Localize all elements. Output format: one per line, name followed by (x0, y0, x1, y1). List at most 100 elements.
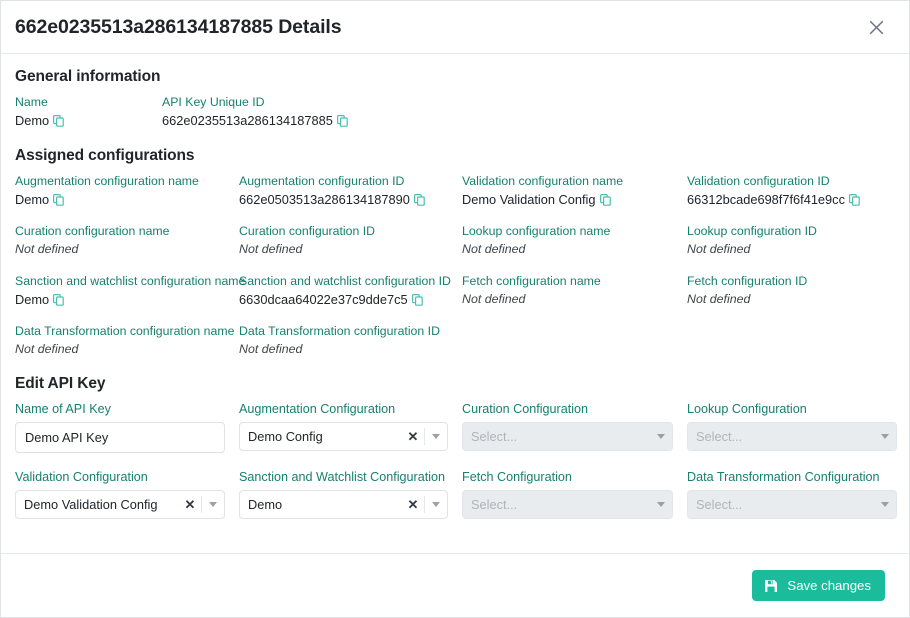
field-value-row: 6630dcaa64022e37c9dde7c5 (239, 291, 462, 308)
assigned-field: Validation configuration ID 66312bcade69… (687, 173, 909, 208)
field-label: Lookup configuration ID (687, 224, 817, 238)
field-value-row: Demo (15, 112, 162, 129)
assigned-configurations-row: Curation configuration name Not defined … (15, 223, 895, 258)
assigned-field: Fetch configuration name Not defined (462, 273, 687, 308)
form-field-lookup-configuration: Lookup Configuration Select... (687, 401, 909, 453)
form-label: Validation Configuration (15, 470, 148, 484)
assigned-field-empty (462, 323, 687, 358)
field-label: Validation configuration name (462, 174, 624, 188)
copy-icon[interactable] (53, 293, 64, 306)
field-value: Demo (15, 192, 50, 207)
edit-api-key-form: Name of API Key Augmentation Configurati… (15, 401, 897, 519)
form-field-curation-configuration: Curation Configuration Select... (462, 401, 687, 453)
form-field-augmentation-configuration: Augmentation Configuration Demo Config ✕ (239, 401, 462, 453)
field-label: Data Transformation configuration name (15, 324, 235, 338)
assigned-configurations-heading: Assigned configurations (15, 147, 195, 164)
field-value-row: Demo Validation Config (462, 191, 687, 208)
select-placeholder: Select... (696, 497, 743, 512)
field-value: Not defined (687, 242, 751, 256)
chevron-down-icon[interactable] (650, 423, 672, 450)
save-changes-button[interactable]: Save changes (752, 570, 885, 601)
select-placeholder: Select... (696, 429, 743, 444)
form-label: Sanction and Watchlist Configuration (239, 470, 446, 484)
field-value: Not defined (15, 342, 79, 356)
field-value: 662e0503513a286134187890 (239, 192, 410, 207)
assigned-field: Validation configuration name Demo Valid… (462, 173, 687, 208)
chevron-down-icon[interactable] (425, 491, 447, 518)
field-value-row: Demo (15, 191, 239, 208)
name-of-api-key-input[interactable] (15, 422, 225, 453)
assigned-field: Augmentation configuration name Demo (15, 173, 239, 208)
general-field-api-key-id: API Key Unique ID 662e0235513a2861341878… (162, 94, 895, 129)
form-label: Name of API Key (15, 402, 111, 416)
field-label: Data Transformation configuration ID (239, 324, 440, 338)
close-icon[interactable] (861, 12, 891, 42)
validation-configuration-select[interactable]: Demo Validation Config ✕ (15, 490, 225, 519)
field-value: 662e0235513a286134187885 (162, 113, 333, 128)
modal-footer: Save changes (1, 553, 909, 617)
form-label: Fetch Configuration (462, 470, 572, 484)
copy-icon[interactable] (53, 193, 64, 206)
field-value-row: 662e0503513a286134187890 (239, 191, 462, 208)
field-value: Demo (15, 113, 50, 128)
page-title: 662e0235513a286134187885 Details (15, 15, 342, 38)
assigned-field: Fetch configuration ID Not defined (687, 273, 909, 308)
chevron-down-icon[interactable] (202, 491, 224, 518)
field-label: Augmentation configuration name (15, 174, 199, 188)
field-value: Not defined (462, 242, 526, 256)
clear-selection-icon[interactable]: ✕ (402, 423, 424, 450)
select-value: Demo Config (248, 429, 323, 444)
copy-icon[interactable] (413, 193, 425, 206)
form-label: Lookup Configuration (687, 402, 807, 416)
chevron-down-icon[interactable] (874, 491, 896, 518)
curation-configuration-select[interactable]: Select... (462, 422, 673, 451)
save-disk-icon (764, 579, 778, 593)
field-label: Curation configuration name (15, 224, 170, 238)
field-label: Augmentation configuration ID (239, 174, 405, 188)
copy-icon[interactable] (848, 193, 860, 206)
fetch-configuration-select[interactable]: Select... (462, 490, 673, 519)
augmentation-configuration-select[interactable]: Demo Config ✕ (239, 422, 448, 451)
copy-icon[interactable] (53, 114, 64, 127)
assigned-field: Augmentation configuration ID 662e050351… (239, 173, 462, 208)
field-value-row: Demo (15, 291, 239, 308)
copy-icon[interactable] (599, 193, 611, 206)
assigned-field: Curation configuration ID Not defined (239, 223, 462, 258)
api-key-details-modal: 662e0235513a286134187885 Details General… (0, 0, 910, 618)
clear-selection-icon[interactable]: ✕ (402, 491, 424, 518)
assigned-configurations-row: Augmentation configuration name Demo Aug… (15, 173, 895, 208)
lookup-configuration-select[interactable]: Select... (687, 422, 897, 451)
general-information-grid: Name Demo API Key Unique ID 662e0235513a… (15, 94, 895, 129)
general-field-name: Name Demo (15, 94, 162, 129)
field-label: Lookup configuration name (462, 224, 611, 238)
field-value: 66312bcade698f7f6f41e9cc (687, 192, 845, 207)
copy-icon[interactable] (411, 293, 423, 306)
field-value: 6630dcaa64022e37c9dde7c5 (239, 292, 408, 307)
field-label: Fetch configuration ID (687, 274, 808, 288)
chevron-down-icon[interactable] (650, 491, 672, 518)
data-transformation-configuration-select[interactable]: Select... (687, 490, 897, 519)
field-value-row: 662e0235513a286134187885 (162, 112, 895, 129)
assigned-field: Sanction and watchlist configuration nam… (15, 273, 246, 308)
field-label: API Key Unique ID (162, 95, 265, 109)
field-value-row: 66312bcade698f7f6f41e9cc (687, 191, 909, 208)
chevron-down-icon[interactable] (425, 423, 447, 450)
field-label: Curation configuration ID (239, 224, 376, 238)
form-field-sanction-and-watchlist-configuration: Sanction and Watchlist Configuration Dem… (239, 469, 462, 519)
assigned-field: Sanction and watchlist configuration ID … (239, 273, 462, 308)
field-label: Sanction and watchlist configuration nam… (15, 274, 246, 288)
clear-selection-icon[interactable]: ✕ (179, 491, 201, 518)
chevron-down-icon[interactable] (874, 423, 896, 450)
assigned-configurations-row: Data Transformation configuration name N… (15, 323, 895, 358)
form-field-name-of-api-key: Name of API Key (15, 401, 239, 453)
form-label: Curation Configuration (462, 402, 589, 416)
field-value: Not defined (15, 242, 79, 256)
sanction-and-watchlist-configuration-select[interactable]: Demo ✕ (239, 490, 448, 519)
assigned-configurations-row: Sanction and watchlist configuration nam… (15, 273, 895, 308)
field-value: Not defined (239, 242, 303, 256)
field-value: Not defined (462, 292, 526, 306)
assigned-field-empty (687, 323, 909, 358)
field-label: Fetch configuration name (462, 274, 601, 288)
copy-icon[interactable] (336, 114, 348, 127)
field-value: Not defined (687, 292, 751, 306)
